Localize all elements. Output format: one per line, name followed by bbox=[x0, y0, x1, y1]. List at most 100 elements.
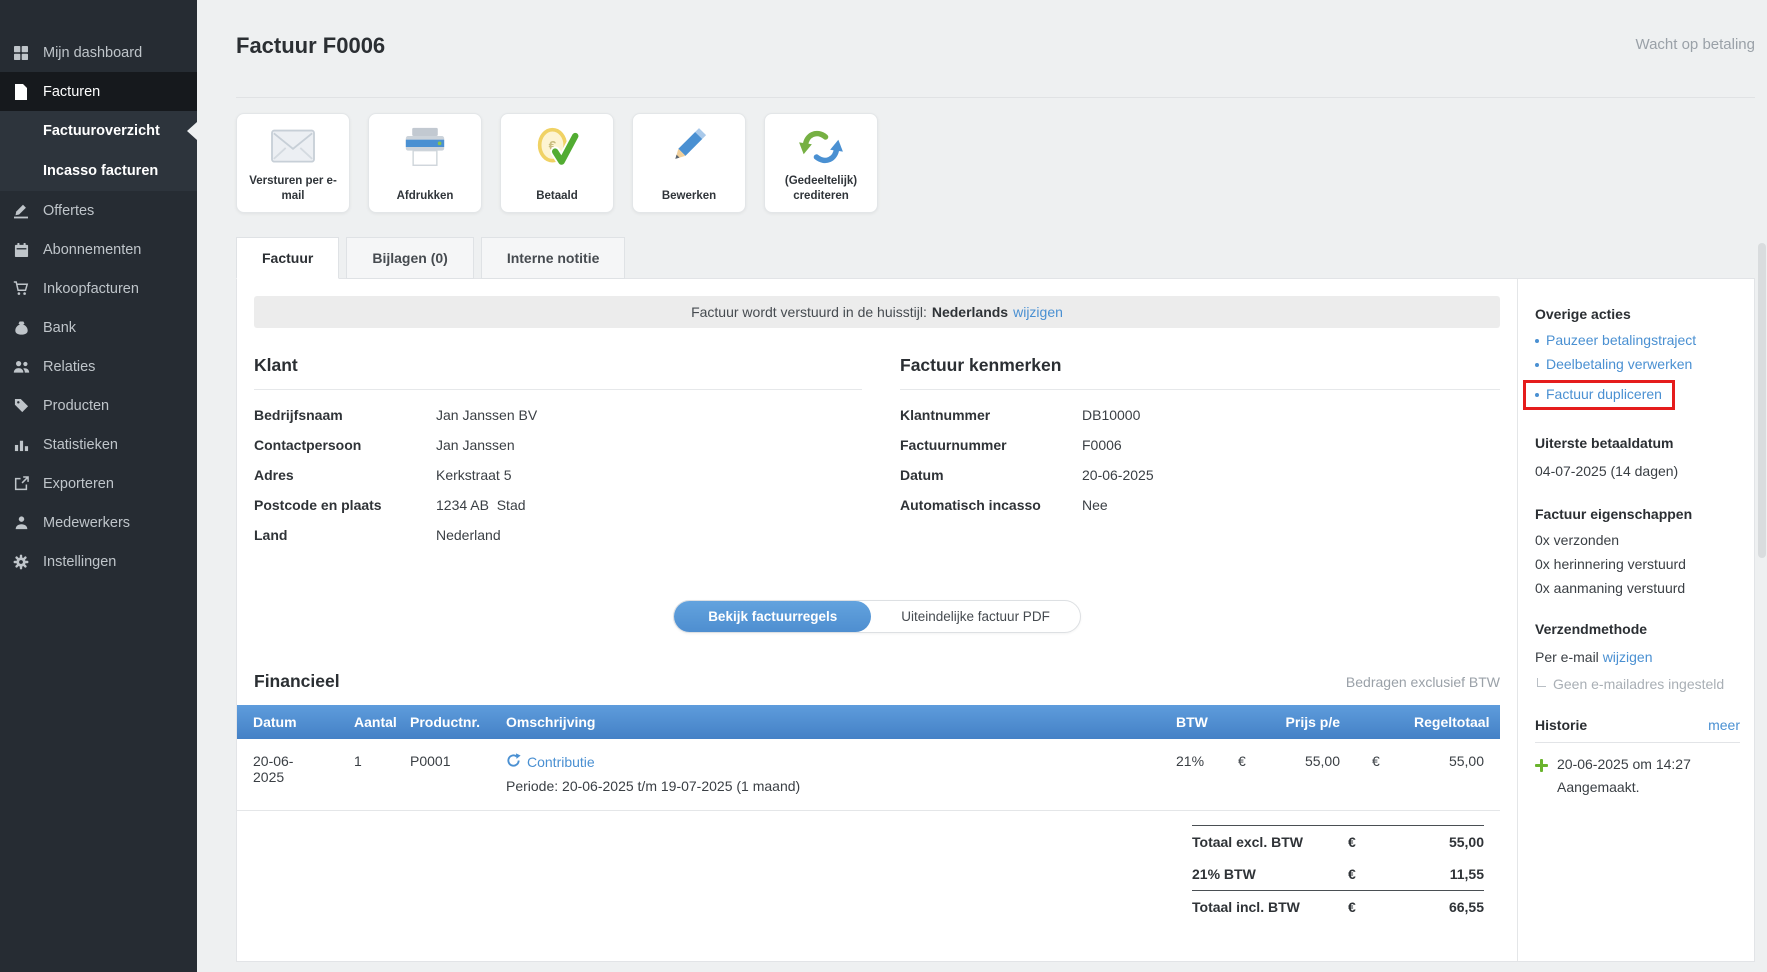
sidebar-item-label: Offertes bbox=[43, 203, 94, 219]
history-group: Historie meer 20-06-2025 om 14:27 Aangem… bbox=[1535, 717, 1740, 795]
notice-language: Nederlands bbox=[932, 304, 1008, 320]
pencil-icon bbox=[11, 203, 31, 219]
print-button[interactable]: Afdrukken bbox=[368, 113, 482, 213]
sidebar-item-label: Facturen bbox=[43, 84, 100, 100]
gear-icon bbox=[11, 554, 31, 570]
bullet-icon bbox=[1535, 339, 1539, 343]
reminder-count: 0x herinnering verstuurd bbox=[1535, 556, 1740, 572]
sidebar-item-inkoopfacturen[interactable]: Inkoopfacturen bbox=[0, 269, 197, 308]
send-email-button[interactable]: Versturen per e-mail bbox=[236, 113, 350, 213]
cart-icon bbox=[11, 281, 31, 296]
history-header: Historie meer bbox=[1535, 717, 1740, 743]
totals-block: Totaal excl. BTW € 55,00 21% BTW € 11,55… bbox=[1192, 825, 1484, 923]
col-regeltotaal: Regeltotaal bbox=[1398, 705, 1500, 739]
cell-omschrijving: Contributie Periode: 20-06-2025 t/m 19-0… bbox=[490, 739, 1160, 811]
col-datum: Datum bbox=[237, 705, 338, 739]
main-content: Factuur F0006 Wacht op betaling Versture… bbox=[197, 0, 1767, 972]
action-card-label: (Gedeeltelijk) crediteren bbox=[770, 174, 872, 204]
credit-button[interactable]: (Gedeeltelijk) crediteren bbox=[764, 113, 878, 213]
kv-row: Contactpersoon Jan Janssen bbox=[254, 436, 862, 455]
sidebar-item-facturen[interactable]: Facturen bbox=[0, 72, 197, 111]
history-text: Aangemaakt. bbox=[1557, 779, 1691, 795]
recurring-icon bbox=[506, 753, 521, 771]
amounts-note: Bedragen exclusief BTW bbox=[1346, 674, 1500, 690]
sidebar-item-label: Instellingen bbox=[43, 554, 116, 570]
scrollbar-thumb[interactable] bbox=[1758, 243, 1766, 558]
sidebar-item-label: Abonnementen bbox=[43, 242, 141, 258]
demand-count: 0x aanmaning verstuurd bbox=[1535, 580, 1740, 596]
sidebar-item-label: Statistieken bbox=[43, 437, 118, 453]
col-omschrijving: Omschrijving bbox=[490, 705, 1160, 739]
sidebar-item-medewerkers[interactable]: Medewerkers bbox=[0, 503, 197, 542]
send-method-heading: Verzendmethode bbox=[1535, 621, 1740, 637]
users-icon bbox=[11, 359, 31, 374]
tab-label: Interne notitie bbox=[507, 250, 600, 266]
right-rail: Overige acties Pauzeer betalingstraject … bbox=[1517, 279, 1754, 961]
invoice-properties-section: Factuur kenmerken Klantnummer DB10000 Fa… bbox=[900, 355, 1500, 556]
send-method-group: Verzendmethode Per e-mail wijzigen Geen … bbox=[1535, 621, 1740, 692]
sidebar-subitem-factuuroverzicht[interactable]: Factuuroverzicht bbox=[0, 111, 197, 151]
dashboard-icon bbox=[11, 45, 31, 61]
calendar-icon bbox=[11, 242, 31, 258]
bar-chart-icon bbox=[11, 437, 31, 452]
sidebar-item-mijn-dashboard[interactable]: Mijn dashboard bbox=[0, 33, 197, 72]
edit-button[interactable]: Bewerken bbox=[632, 113, 746, 213]
credit-arrows-icon bbox=[797, 123, 845, 171]
tab-bar: Factuur Bijlagen (0) Interne notitie bbox=[236, 237, 1755, 279]
sidebar-item-statistieken[interactable]: Statistieken bbox=[0, 425, 197, 464]
kv-row: Factuurnummer F0006 bbox=[900, 436, 1500, 455]
history-date: 20-06-2025 om 14:27 bbox=[1557, 756, 1691, 772]
sidebar-item-instellingen[interactable]: Instellingen bbox=[0, 542, 197, 581]
duplicate-invoice-link[interactable]: Factuur dupliceren bbox=[1535, 386, 1662, 403]
action-card-label: Betaald bbox=[536, 189, 578, 204]
view-invoice-lines-button[interactable]: Bekijk factuurregels bbox=[674, 601, 871, 632]
table-header-row: Datum Aantal Productnr. Omschrijving BTW… bbox=[237, 705, 1500, 739]
sidebar-nav: Mijn dashboard Facturen Factuuroverzicht… bbox=[0, 0, 197, 581]
cell-prijs: 55,00 bbox=[1264, 739, 1356, 811]
pause-payment-link[interactable]: Pauzeer betalingstraject bbox=[1535, 332, 1740, 349]
notice-text: Factuur wordt verstuurd in de huisstijl: bbox=[691, 304, 927, 320]
invoice-lines-table: Datum Aantal Productnr. Omschrijving BTW… bbox=[237, 705, 1500, 811]
sidebar-item-exporteren[interactable]: Exporteren bbox=[0, 464, 197, 503]
sidebar-item-label: Medewerkers bbox=[43, 515, 130, 531]
invoice-icon bbox=[11, 84, 31, 100]
customer-link[interactable]: Jan Janssen BV bbox=[436, 406, 537, 425]
col-currency bbox=[1222, 705, 1264, 739]
tab-bijlagen[interactable]: Bijlagen (0) bbox=[346, 237, 473, 279]
sidebar-item-bank[interactable]: Bank bbox=[0, 308, 197, 347]
product-link[interactable]: Contributie bbox=[527, 754, 595, 770]
app-window: Mijn dashboard Facturen Factuuroverzicht… bbox=[0, 0, 1767, 972]
sent-count: 0x verzonden bbox=[1535, 532, 1740, 548]
change-language-link[interactable]: wijzigen bbox=[1013, 304, 1063, 320]
sidebar-item-relaties[interactable]: Relaties bbox=[0, 347, 197, 386]
kv-row: Land Nederland bbox=[254, 526, 862, 545]
tab-interne-notitie[interactable]: Interne notitie bbox=[481, 237, 626, 279]
action-card-label: Afdrukken bbox=[397, 189, 454, 204]
tab-factuur[interactable]: Factuur bbox=[236, 237, 339, 279]
view-toggle: Bekijk factuurregels Uiteindelijke factu… bbox=[673, 600, 1081, 633]
col-productnr: Productnr. bbox=[394, 705, 490, 739]
printer-icon bbox=[401, 123, 449, 171]
send-method-value: Per e-mail wijzigen bbox=[1535, 647, 1740, 667]
invoice-props-heading: Factuur eigenschappen bbox=[1535, 506, 1740, 522]
history-more-link[interactable]: meer bbox=[1708, 717, 1740, 733]
mark-paid-button[interactable]: € Betaald bbox=[500, 113, 614, 213]
invoice-properties-rows: Klantnummer DB10000 Factuurnummer F0006 … bbox=[900, 406, 1500, 515]
invoice-props-group: Factuur eigenschappen 0x verzonden 0x he… bbox=[1535, 506, 1740, 596]
edit-pencil-icon bbox=[665, 123, 713, 171]
mail-icon bbox=[269, 123, 317, 171]
sidebar-subitem-incasso-facturen[interactable]: Incasso facturen bbox=[0, 151, 197, 191]
due-date-group: Uiterste betaaldatum 04-07-2025 (14 dage… bbox=[1535, 435, 1740, 481]
sidebar-item-abonnementen[interactable]: Abonnementen bbox=[0, 230, 197, 269]
sidebar-item-label: Bank bbox=[43, 320, 76, 336]
col-currency bbox=[1356, 705, 1398, 739]
view-final-pdf-button[interactable]: Uiteindelijke factuur PDF bbox=[871, 601, 1080, 632]
sidebar-item-producten[interactable]: Producten bbox=[0, 386, 197, 425]
partial-payment-link[interactable]: Deelbetaling verwerken bbox=[1535, 356, 1740, 373]
cell-productnr: P0001 bbox=[394, 739, 490, 811]
cell-datum: 20-06-2025 bbox=[237, 739, 338, 811]
customer-section: Klant Bedrijfsnaam Jan Janssen BV Contac… bbox=[254, 355, 862, 556]
sidebar-item-offertes[interactable]: Offertes bbox=[0, 191, 197, 230]
change-send-method-link[interactable]: wijzigen bbox=[1603, 649, 1653, 665]
col-aantal: Aantal bbox=[338, 705, 394, 739]
